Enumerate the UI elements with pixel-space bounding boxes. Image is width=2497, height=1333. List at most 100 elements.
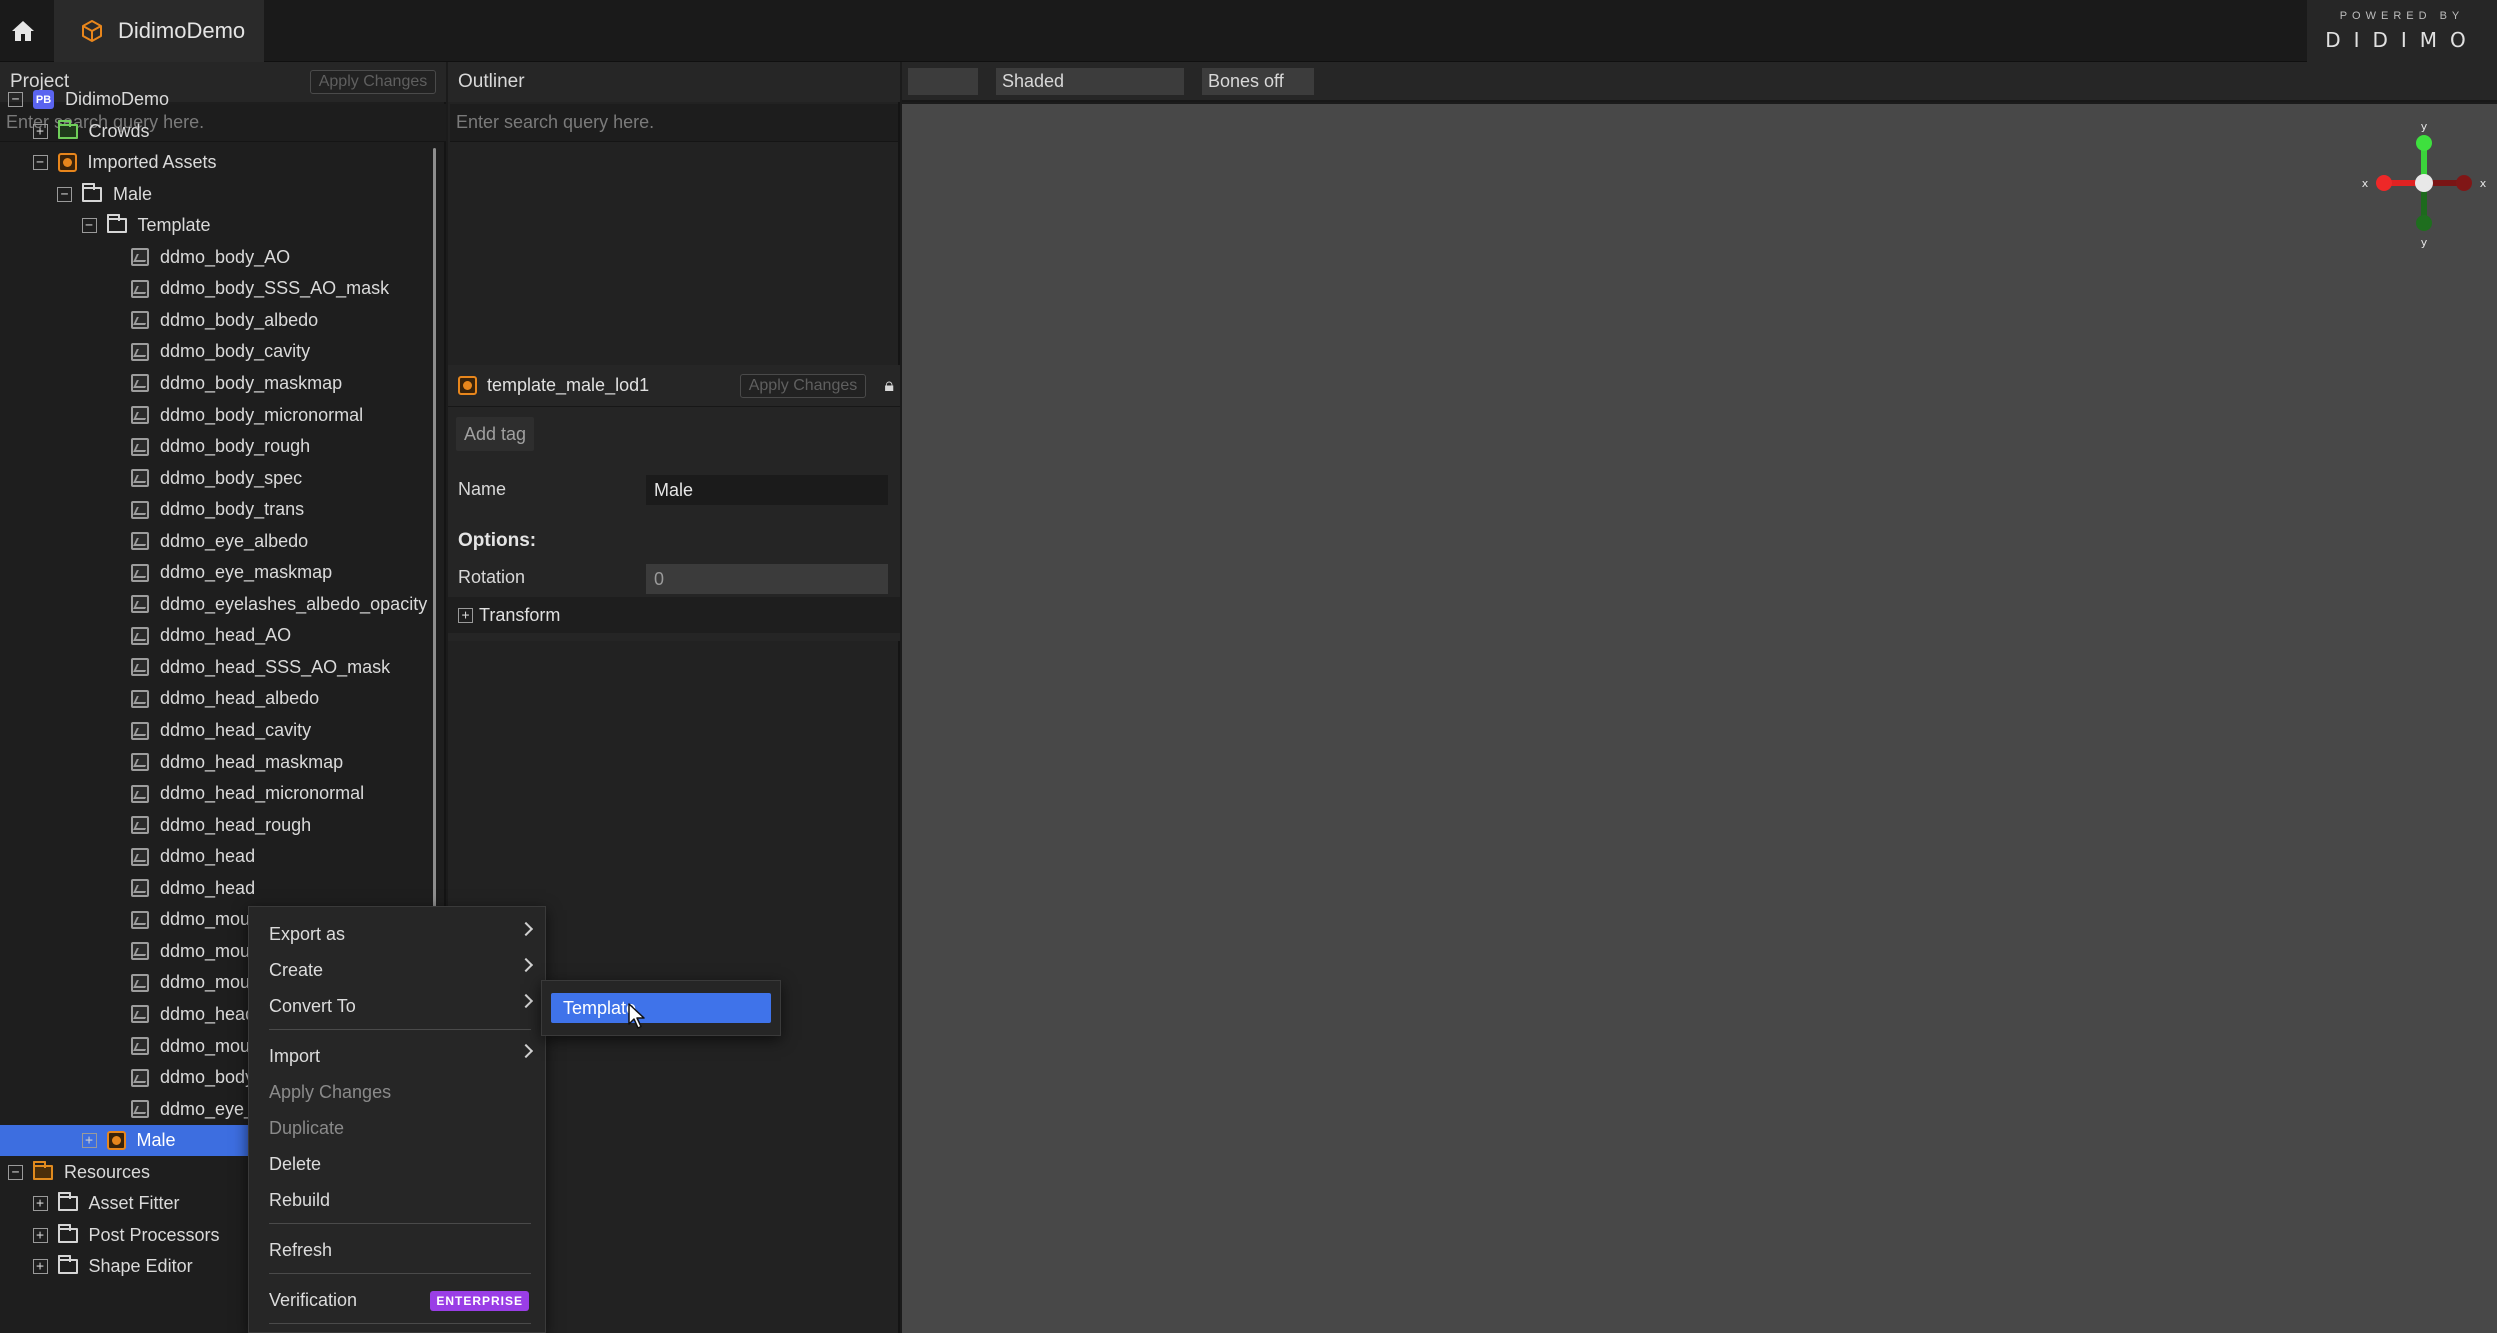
expand-icon[interactable]: + xyxy=(458,607,473,623)
menu-item-delete[interactable]: Delete xyxy=(269,1149,539,1179)
tree-item[interactable]: ddmo_body_SSS_AO_mask xyxy=(0,273,440,304)
menu-item-verification[interactable]: Verification ENTERPRISE xyxy=(269,1285,539,1315)
tree-item-label: ddmo_body_albedo xyxy=(160,309,319,330)
expand-icon[interactable]: + xyxy=(32,123,48,139)
tree-item-label: Shape Editor xyxy=(88,1256,193,1277)
texture-icon xyxy=(131,973,149,992)
texture-icon xyxy=(131,689,149,708)
tree-item[interactable]: ddmo_body_micronormal xyxy=(0,400,440,431)
menu-separator xyxy=(269,1323,531,1324)
tree-item[interactable]: ddmo_head xyxy=(0,841,440,872)
tree-item[interactable]: ddmo_head_SSS_AO_mask xyxy=(0,652,440,683)
lock-icon[interactable]: 🔒︎ xyxy=(884,375,894,396)
tree-item[interactable]: ddmo_head_cavity xyxy=(0,715,440,746)
menu-separator xyxy=(269,1223,531,1224)
pb-icon: PB xyxy=(33,90,54,109)
tree-item[interactable]: ddmo_eye_albedo xyxy=(0,526,440,557)
home-button[interactable] xyxy=(0,0,46,62)
tree-item[interactable]: ddmo_body_maskmap xyxy=(0,368,440,399)
expand-icon[interactable]: + xyxy=(32,1227,48,1243)
texture-icon xyxy=(131,879,149,898)
tree-item[interactable]: + Crowds xyxy=(0,116,440,147)
inspector-apply-changes-button[interactable]: Apply Changes xyxy=(740,374,866,398)
rotation-field[interactable]: 0 xyxy=(646,564,888,594)
axis-gizmo[interactable]: y y x x xyxy=(2359,118,2489,248)
inspector-panel: template_male_lod1 Apply Changes 🔒︎ Add … xyxy=(448,365,900,641)
tree-item[interactable]: ddmo_body_spec xyxy=(0,463,440,494)
tree-item[interactable]: ddmo_eyelashes_albedo_opacity xyxy=(0,589,440,620)
tree-item-label: ddmo_body_SSS_AO_mask xyxy=(160,278,390,299)
submenu-item-template[interactable]: Template xyxy=(551,993,771,1023)
rotation-label: Rotation xyxy=(458,567,526,587)
tree-item[interactable]: ddmo_body_rough xyxy=(0,431,440,462)
brand-name: DIDIMO xyxy=(2325,28,2479,52)
expand-icon[interactable]: + xyxy=(81,1133,97,1149)
collapse-icon[interactable]: − xyxy=(32,155,48,171)
menu-item-create[interactable]: Create xyxy=(269,955,539,985)
tree-item[interactable]: − Template xyxy=(0,210,440,241)
tree-item[interactable]: ddmo_head_rough xyxy=(0,810,440,841)
tree-item[interactable]: − Imported Assets xyxy=(0,147,440,178)
collapse-icon[interactable]: − xyxy=(8,1164,23,1180)
menu-item-label: Duplicate xyxy=(269,1117,345,1138)
menu-item-label: Import xyxy=(269,1045,321,1066)
tree-item[interactable]: ddmo_body_trans xyxy=(0,494,440,525)
folder-icon xyxy=(57,1255,78,1275)
bones-toggle[interactable]: Bones off xyxy=(1202,68,1314,95)
texture-icon xyxy=(131,406,149,424)
context-menu: Export as Create Convert To Import Apply Cha… xyxy=(248,906,546,1333)
tree-item-label: ddmo_eyelashes_albedo_opacity xyxy=(160,593,428,614)
tree-item[interactable]: ddmo_body_albedo xyxy=(0,305,440,336)
axis-x-right-label: x xyxy=(2480,177,2487,190)
expand-icon[interactable]: + xyxy=(32,1259,48,1275)
tree-item-label: ddmo_body_rough xyxy=(160,436,311,457)
outliner-search-input[interactable]: Enter search query here. xyxy=(450,104,898,142)
menu-item-import[interactable]: Import xyxy=(269,1041,539,1071)
expand-icon[interactable]: + xyxy=(32,1196,48,1212)
tree-item[interactable]: ddmo_head_AO xyxy=(0,620,440,651)
tab-didimo-demo[interactable]: DidimoDemo xyxy=(54,0,264,62)
tree-item-label: ddmo_eye_albedo xyxy=(160,530,309,551)
menu-item-refresh[interactable]: Refresh xyxy=(269,1235,539,1265)
3d-viewport[interactable]: y y x x xyxy=(902,104,2497,1333)
inspector-title: template_male_lod1 xyxy=(487,375,650,395)
tree-item[interactable]: ddmo_head_micronormal xyxy=(0,778,440,809)
texture-icon xyxy=(131,500,149,519)
menu-item-convert-to[interactable]: Convert To xyxy=(269,991,539,1021)
tree-item[interactable]: − PB DidimoDemo xyxy=(0,84,440,115)
tree-item-label: ddmo_head xyxy=(160,877,256,898)
collapse-icon[interactable]: − xyxy=(57,186,72,202)
folder-icon xyxy=(57,1223,78,1243)
tree-item[interactable]: − Male xyxy=(0,179,440,210)
texture-icon xyxy=(131,342,149,361)
texture-icon xyxy=(131,784,149,803)
tree-item-label: Male xyxy=(136,1130,176,1151)
tree-item-label: Asset Fitter xyxy=(88,1193,180,1214)
tree-item[interactable]: ddmo_eye_maskmap xyxy=(0,557,440,588)
tree-item-label: ddmo_mout xyxy=(160,972,256,993)
texture-icon xyxy=(131,753,149,772)
texture-icon xyxy=(131,1005,149,1024)
name-field[interactable]: Male xyxy=(646,475,888,505)
transform-section[interactable]: + Transform xyxy=(448,597,900,633)
add-tag-button[interactable]: Add tag xyxy=(456,417,534,451)
tree-item-label: ddmo_head_SSS_AO_mask xyxy=(160,656,391,677)
tree-item-label: ddmo_mout xyxy=(160,1035,256,1056)
viewport-mode-dropdown[interactable] xyxy=(908,68,978,95)
collapse-icon[interactable]: − xyxy=(8,92,23,107)
tree-item[interactable]: + Male xyxy=(0,1125,248,1157)
tree-item-label: ddmo_body xyxy=(160,1067,255,1088)
tree-item[interactable]: ddmo_body_AO xyxy=(0,242,440,273)
texture-icon xyxy=(131,942,149,961)
menu-item-rebuild[interactable]: Rebuild xyxy=(269,1185,539,1215)
tree-item[interactable]: ddmo_body_cavity xyxy=(0,336,440,367)
collapse-icon[interactable]: − xyxy=(81,218,97,234)
menu-item-label: Refresh xyxy=(269,1239,333,1260)
tree-item[interactable]: ddmo_head_maskmap xyxy=(0,747,440,778)
tree-item[interactable]: ddmo_head xyxy=(0,873,440,904)
folder-icon xyxy=(82,182,102,202)
menu-item-export-as[interactable]: Export as xyxy=(269,919,539,949)
tree-item[interactable]: ddmo_head_albedo xyxy=(0,683,440,714)
shading-dropdown[interactable]: Shaded xyxy=(996,68,1184,95)
menu-item-label: Create xyxy=(269,959,324,980)
